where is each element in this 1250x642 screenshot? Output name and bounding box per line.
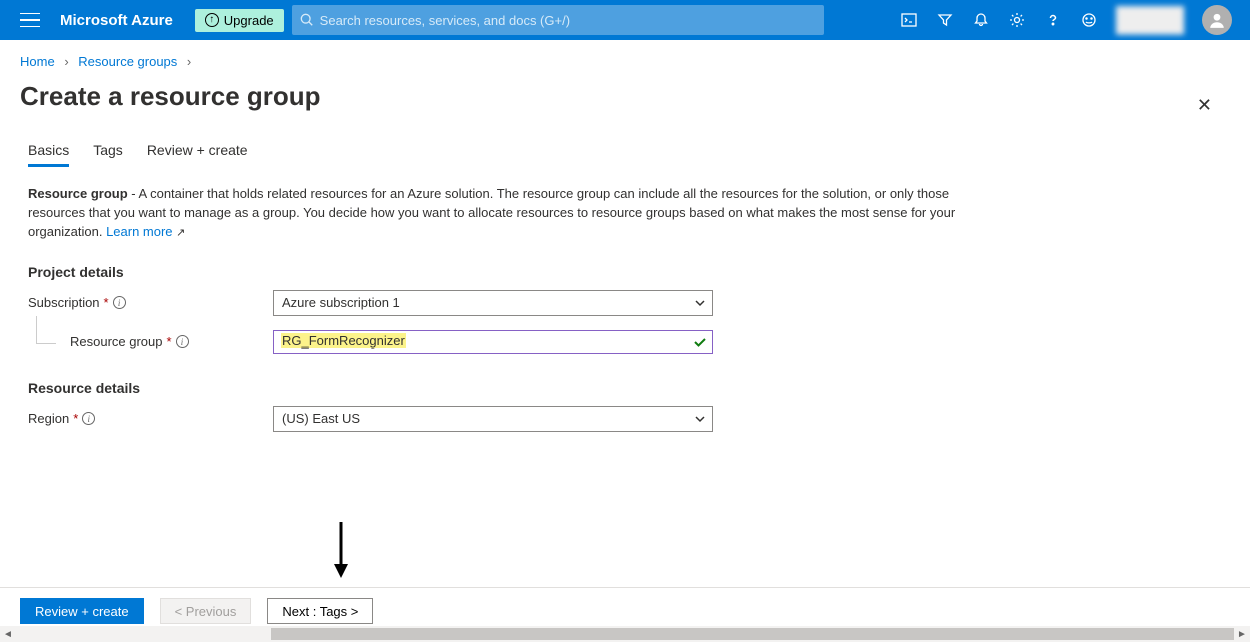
- scroll-thumb[interactable]: [271, 628, 1234, 640]
- description-bold: Resource group: [28, 186, 128, 201]
- footer: Review + create < Previous Next : Tags >: [0, 587, 1250, 624]
- info-icon[interactable]: i: [113, 296, 126, 309]
- description: Resource group - A container that holds …: [28, 185, 972, 242]
- page-title: Create a resource group: [20, 75, 321, 136]
- required-icon: *: [104, 295, 109, 310]
- breadcrumb-home[interactable]: Home: [20, 54, 55, 69]
- learn-more-link[interactable]: Learn more: [106, 224, 172, 239]
- upgrade-button[interactable]: ↑ Upgrade: [195, 9, 284, 32]
- close-icon[interactable]: ✕: [1189, 91, 1220, 120]
- check-icon: [693, 335, 707, 349]
- settings-icon[interactable]: [1008, 11, 1026, 29]
- resource-group-label: Resource group: [70, 334, 163, 349]
- notifications-icon[interactable]: [972, 11, 990, 29]
- next-button[interactable]: Next : Tags >: [267, 598, 373, 624]
- review-create-button[interactable]: Review + create: [20, 598, 144, 624]
- header-icons: ████████████████: [892, 5, 1240, 35]
- scroll-track[interactable]: [16, 626, 1234, 642]
- search-icon: [300, 13, 314, 27]
- content: Resource group - A container that holds …: [0, 185, 1000, 432]
- avatar[interactable]: [1202, 5, 1232, 35]
- chevron-right-icon: ›: [187, 54, 191, 69]
- upgrade-icon: ↑: [205, 13, 219, 27]
- filter-icon[interactable]: [936, 11, 954, 29]
- tab-tags[interactable]: Tags: [93, 136, 123, 167]
- tree-line: [36, 316, 56, 344]
- scroll-left-icon[interactable]: ◄: [0, 626, 16, 642]
- required-icon: *: [73, 411, 78, 426]
- info-icon[interactable]: i: [82, 412, 95, 425]
- project-details-heading: Project details: [28, 264, 972, 280]
- tab-review-create[interactable]: Review + create: [147, 136, 248, 167]
- previous-button: < Previous: [160, 598, 252, 624]
- required-icon: *: [167, 334, 172, 349]
- resource-details-heading: Resource details: [28, 380, 972, 396]
- tab-basics[interactable]: Basics: [28, 136, 69, 167]
- tabs: Basics Tags Review + create: [0, 136, 1250, 167]
- breadcrumb-resource-groups[interactable]: Resource groups: [78, 54, 177, 69]
- region-select[interactable]: (US) East US: [273, 406, 713, 432]
- chevron-right-icon: ›: [64, 54, 68, 69]
- top-header: Microsoft Azure ↑ Upgrade ██████████████…: [0, 0, 1250, 40]
- external-link-icon: ↗: [176, 227, 185, 239]
- subscription-value: Azure subscription 1: [282, 295, 400, 310]
- region-row: Region * i (US) East US: [28, 406, 972, 432]
- search-box[interactable]: [292, 5, 824, 35]
- subscription-select[interactable]: Azure subscription 1: [273, 290, 713, 316]
- arrow-annotation: [326, 520, 356, 580]
- scroll-right-icon[interactable]: ►: [1234, 626, 1250, 642]
- resource-group-row: Resource group * i RG_FormRecognizer: [28, 330, 972, 354]
- cloud-shell-icon[interactable]: [900, 11, 918, 29]
- feedback-icon[interactable]: [1080, 11, 1098, 29]
- resource-group-highlight: RG_FormRecognizer: [281, 333, 406, 348]
- menu-icon[interactable]: [20, 10, 40, 30]
- breadcrumb: Home › Resource groups ›: [0, 40, 1250, 75]
- subscription-label: Subscription: [28, 295, 100, 310]
- upgrade-label: Upgrade: [224, 13, 274, 28]
- info-icon[interactable]: i: [176, 335, 189, 348]
- logo: Microsoft Azure: [60, 12, 173, 29]
- search-input[interactable]: [320, 13, 816, 28]
- region-label: Region: [28, 411, 69, 426]
- horizontal-scrollbar[interactable]: ◄ ►: [0, 626, 1250, 642]
- chevron-down-icon: [694, 413, 706, 425]
- help-icon[interactable]: [1044, 11, 1062, 29]
- region-value: (US) East US: [282, 411, 360, 426]
- chevron-down-icon: [694, 297, 706, 309]
- user-account-label: ████████████████: [1116, 6, 1184, 35]
- subscription-row: Subscription * i Azure subscription 1: [28, 290, 972, 316]
